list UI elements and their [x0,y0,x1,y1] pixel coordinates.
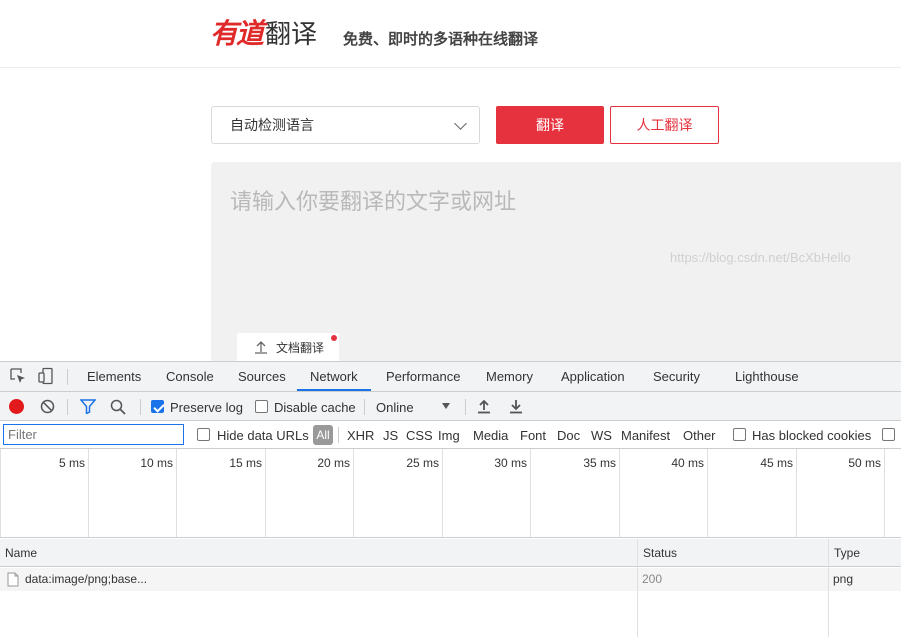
request-table: Name Status Type data:image/png;base... … [0,539,901,637]
timeline-gridline [619,449,620,537]
device-toolbar-icon[interactable] [37,367,55,388]
timeline-tick-label: 10 ms [140,456,173,470]
export-har-icon[interactable] [509,398,523,417]
doc-translate-button[interactable]: 文档翻译 [237,333,339,361]
logo-product: 翻译 [265,19,318,50]
preserve-log-label: Preserve log [170,400,243,415]
disable-cache-label: Disable cache [274,400,356,415]
filter-bar: Filter Hide data URLs All XHR JS CSS Img… [0,421,901,449]
devtools-panel: Elements Console Sources Network Perform… [0,361,901,637]
timeline-tick-label: 15 ms [229,456,262,470]
hide-data-urls-checkbox[interactable] [197,428,210,441]
type-filter-js[interactable]: JS [383,428,398,443]
filter-icon[interactable] [79,399,97,417]
site-header: 有道 翻译 免费、即时的多语种在线翻译 [0,0,901,68]
record-icon[interactable] [9,399,24,414]
translate-input-placeholder: 请输入你要翻译的文字或网址 [230,190,517,215]
type-filter-ws[interactable]: WS [591,428,612,443]
clear-icon[interactable] [40,399,55,417]
type-filter-media[interactable]: Media [473,428,508,443]
throttling-select[interactable]: Online [376,400,414,415]
import-har-icon[interactable] [477,398,491,417]
type-filter-img[interactable]: Img [438,428,460,443]
timeline-gridline [707,449,708,537]
column-divider [637,539,638,637]
divider [338,427,339,443]
translate-button[interactable]: 翻译 [496,106,604,144]
timeline-tick-label: 35 ms [583,456,616,470]
type-filter-font[interactable]: Font [520,428,546,443]
timeline-gridline [265,449,266,537]
timeline-gridline [88,449,89,537]
network-overview-timeline[interactable]: 5 ms 10 ms 15 ms 20 ms 25 ms 30 ms 35 ms… [0,449,901,538]
caret-down-icon [442,403,450,409]
type-filter-other[interactable]: Other [683,428,716,443]
type-filter-xhr[interactable]: XHR [347,428,374,443]
upload-icon [254,340,268,354]
request-status: 200 [642,572,663,586]
timeline-tick-label: 30 ms [494,456,527,470]
tab-network[interactable]: Network [297,362,371,391]
timeline-tick-label: 50 ms [848,456,881,470]
notification-dot [331,335,337,341]
blocked-requests-checkbox[interactable] [882,428,895,441]
has-blocked-cookies-label: Has blocked cookies [752,428,872,443]
inspect-element-icon[interactable] [9,367,27,388]
file-icon [7,572,19,590]
timeline-gridline [796,449,797,537]
divider [465,399,466,415]
watermark: https://blog.csdn.net/BcXbHello [670,250,851,265]
divider [140,399,141,415]
tab-application[interactable]: Application [561,362,625,391]
tab-console[interactable]: Console [166,362,214,391]
type-filter-manifest[interactable]: Manifest [621,428,670,443]
timeline-gridline [530,449,531,537]
timeline-tick-label: 20 ms [317,456,350,470]
divider [67,369,68,385]
column-header-status[interactable]: Status [637,539,828,567]
youdao-logo[interactable]: 有道 翻译 [210,12,317,52]
site-slogan: 免费、即时的多语种在线翻译 [343,30,539,48]
type-filter-doc[interactable]: Doc [557,428,580,443]
timeline-gridline [884,449,885,537]
chevron-down-icon [454,117,467,130]
devtools-tab-bar: Elements Console Sources Network Perform… [0,362,901,392]
column-divider [828,539,829,637]
human-translate-button[interactable]: 人工翻译 [610,106,719,144]
timeline-gridline [442,449,443,537]
type-filter-all[interactable]: All [313,425,333,445]
timeline-tick-label: 40 ms [671,456,704,470]
timeline-gridline [353,449,354,537]
network-toolbar: Preserve log Disable cache Online [0,392,901,421]
language-select[interactable]: 自动检测语言 [211,106,480,144]
tab-performance[interactable]: Performance [386,362,460,391]
tab-sources[interactable]: Sources [238,362,286,391]
disable-cache-checkbox[interactable] [255,400,268,413]
hide-data-urls-label: Hide data URLs [217,428,309,443]
tab-memory[interactable]: Memory [486,362,533,391]
search-icon[interactable] [110,399,126,418]
request-type: png [833,572,854,586]
table-row[interactable]: data:image/png;base... 200 png [0,568,901,591]
logo-brand: 有道 [210,17,264,50]
preserve-log-checkbox[interactable] [151,400,164,413]
type-filter-css[interactable]: CSS [406,428,433,443]
timeline-tick-label: 25 ms [406,456,439,470]
filter-input[interactable]: Filter [3,424,184,445]
timeline-gridline [0,449,1,537]
tab-elements[interactable]: Elements [87,362,141,391]
column-header-name[interactable]: Name [0,539,637,567]
divider [364,399,365,415]
timeline-gridline [176,449,177,537]
doc-translate-label: 文档翻译 [276,340,325,355]
tab-lighthouse[interactable]: Lighthouse [735,362,799,391]
timeline-tick-label: 45 ms [760,456,793,470]
tab-security[interactable]: Security [653,362,700,391]
column-header-type[interactable]: Type [828,539,901,567]
language-select-value: 自动检测语言 [230,118,314,134]
has-blocked-cookies-checkbox[interactable] [733,428,746,441]
divider [67,399,68,415]
timeline-tick-label: 5 ms [58,456,85,470]
request-name: data:image/png;base... [25,572,148,586]
